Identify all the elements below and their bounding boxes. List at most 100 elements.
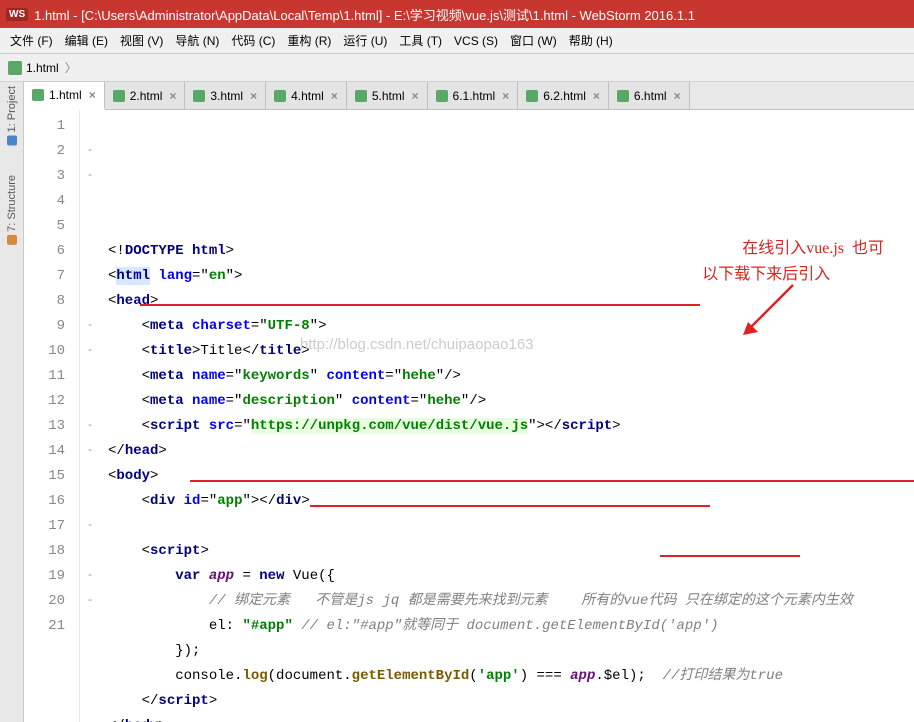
fold-marker <box>80 614 100 639</box>
close-icon[interactable]: × <box>412 89 419 103</box>
fold-marker[interactable]: - <box>80 439 100 464</box>
line-number-gutter: 123456789101112131415161718192021 <box>24 110 80 722</box>
annotation-underline <box>190 480 914 482</box>
menu-help[interactable]: 帮助 (H) <box>565 30 617 51</box>
code-line[interactable]: console.log(document.getElementById('app… <box>108 664 906 689</box>
line-number: 14 <box>28 439 65 464</box>
close-icon[interactable]: × <box>250 89 257 103</box>
editor-tab[interactable]: 2.html × <box>105 82 186 109</box>
line-number: 3 <box>28 164 65 189</box>
code-line[interactable]: var app = new Vue({ <box>108 564 906 589</box>
menu-file[interactable]: 文件 (F) <box>6 30 57 51</box>
fold-marker <box>80 214 100 239</box>
fold-marker[interactable]: - <box>80 139 100 164</box>
code-line[interactable]: <script> <box>108 539 906 564</box>
code-line[interactable]: // 绑定元素 不管是js jq 都是需要先来找到元素 所有的vue代码 只在绑… <box>108 589 906 614</box>
line-number: 7 <box>28 264 65 289</box>
close-icon[interactable]: × <box>674 89 681 103</box>
code-line[interactable] <box>108 514 906 539</box>
editor-tabs: 1.html×2.html×3.html×4.html×5.html×6.1.h… <box>24 82 914 110</box>
editor-tab[interactable]: 6.html × <box>609 82 690 109</box>
editor-tab[interactable]: 6.1.html× <box>428 82 519 109</box>
fold-marker[interactable]: - <box>80 414 100 439</box>
fold-marker[interactable]: - <box>80 339 100 364</box>
editor-tab[interactable]: 5.html × <box>347 82 428 109</box>
menu-view[interactable]: 视图 (V) <box>116 30 167 51</box>
code-line[interactable]: </script> <box>108 689 906 714</box>
line-number: 6 <box>28 239 65 264</box>
close-icon[interactable]: × <box>89 88 96 102</box>
tab-label: 3.html <box>210 89 243 103</box>
tool-project[interactable]: 1: Project <box>6 86 18 145</box>
code-editor[interactable]: 123456789101112131415161718192021 ------… <box>24 110 914 722</box>
editor-tab[interactable]: 1.html × <box>24 82 105 110</box>
fold-marker[interactable]: - <box>80 514 100 539</box>
line-number: 17 <box>28 514 65 539</box>
line-number: 19 <box>28 564 65 589</box>
tab-label: 5.html <box>372 89 405 103</box>
menu-navigate[interactable]: 导航 (N) <box>171 30 223 51</box>
editor-area: 1.html×2.html×3.html×4.html×5.html×6.1.h… <box>24 82 914 722</box>
code-line[interactable]: </body> <box>108 714 906 722</box>
line-number: 11 <box>28 364 65 389</box>
editor-tab[interactable]: 4.html × <box>266 82 347 109</box>
annotation-underline <box>140 304 700 306</box>
code-line[interactable]: }); <box>108 639 906 664</box>
code-line[interactable]: <title>Title</title> <box>108 339 906 364</box>
html-file-icon <box>526 90 538 102</box>
line-number: 15 <box>28 464 65 489</box>
annotation-underline <box>310 505 710 507</box>
close-icon[interactable]: × <box>502 89 509 103</box>
tab-label: 2.html <box>130 89 163 103</box>
line-number: 1 <box>28 114 65 139</box>
fold-gutter: --------- <box>80 110 100 722</box>
menu-window[interactable]: 窗口 (W) <box>506 30 561 51</box>
fold-marker[interactable]: - <box>80 589 100 614</box>
code-line[interactable]: <meta name="description" content="hehe"/… <box>108 389 906 414</box>
menu-vcs[interactable]: VCS (S) <box>450 32 502 50</box>
html-file-icon <box>32 89 44 101</box>
line-number: 10 <box>28 339 65 364</box>
left-tool-stripe: 1: Project 7: Structure <box>0 82 24 722</box>
tab-label: 6.2.html <box>543 89 586 103</box>
webstorm-icon: WS <box>6 8 28 21</box>
chevron-right-icon: 〉 <box>65 59 77 76</box>
editor-tab[interactable]: 3.html × <box>185 82 266 109</box>
code-line[interactable]: <div id="app"></div> <box>108 489 906 514</box>
tab-label: 6.html <box>634 89 667 103</box>
line-number: 21 <box>28 614 65 639</box>
menu-tools[interactable]: 工具 (T) <box>395 30 446 51</box>
line-number: 16 <box>28 489 65 514</box>
fold-marker[interactable]: - <box>80 564 100 589</box>
editor-tab[interactable]: 6.2.html × <box>518 82 609 109</box>
code-content[interactable]: http://blog.csdn.net/chuipaopao163 在线引入v… <box>100 110 914 722</box>
menu-run[interactable]: 运行 (U) <box>339 30 391 51</box>
menu-refactor[interactable]: 重构 (R) <box>283 30 335 51</box>
breadcrumb-file[interactable]: 1.html <box>26 61 59 75</box>
tab-label: 4.html <box>291 89 324 103</box>
code-line[interactable]: </head> <box>108 439 906 464</box>
tool-structure[interactable]: 7: Structure <box>6 175 18 245</box>
close-icon[interactable]: × <box>331 89 338 103</box>
close-icon[interactable]: × <box>593 89 600 103</box>
menu-code[interactable]: 代码 (C) <box>227 30 279 51</box>
html-file-icon <box>355 90 367 102</box>
fold-marker[interactable]: - <box>80 164 100 189</box>
line-number: 5 <box>28 214 65 239</box>
tab-label: 1.html <box>49 88 82 102</box>
html-file-icon <box>8 61 22 75</box>
code-line[interactable]: <script src="https://unpkg.com/vue/dist/… <box>108 414 906 439</box>
fold-marker <box>80 189 100 214</box>
code-line[interactable]: <meta name="keywords" content="hehe"/> <box>108 364 906 389</box>
menu-edit[interactable]: 编辑 (E) <box>61 30 112 51</box>
html-file-icon <box>617 90 629 102</box>
code-line[interactable]: el: "#app" // el:"#app"就等同于 document.get… <box>108 614 906 639</box>
workspace: 1: Project 7: Structure 1.html×2.html×3.… <box>0 82 914 722</box>
code-line[interactable]: <body> <box>108 464 906 489</box>
line-number: 9 <box>28 314 65 339</box>
close-icon[interactable]: × <box>169 89 176 103</box>
line-number: 20 <box>28 589 65 614</box>
line-number: 2 <box>28 139 65 164</box>
fold-marker[interactable]: - <box>80 314 100 339</box>
fold-marker <box>80 114 100 139</box>
